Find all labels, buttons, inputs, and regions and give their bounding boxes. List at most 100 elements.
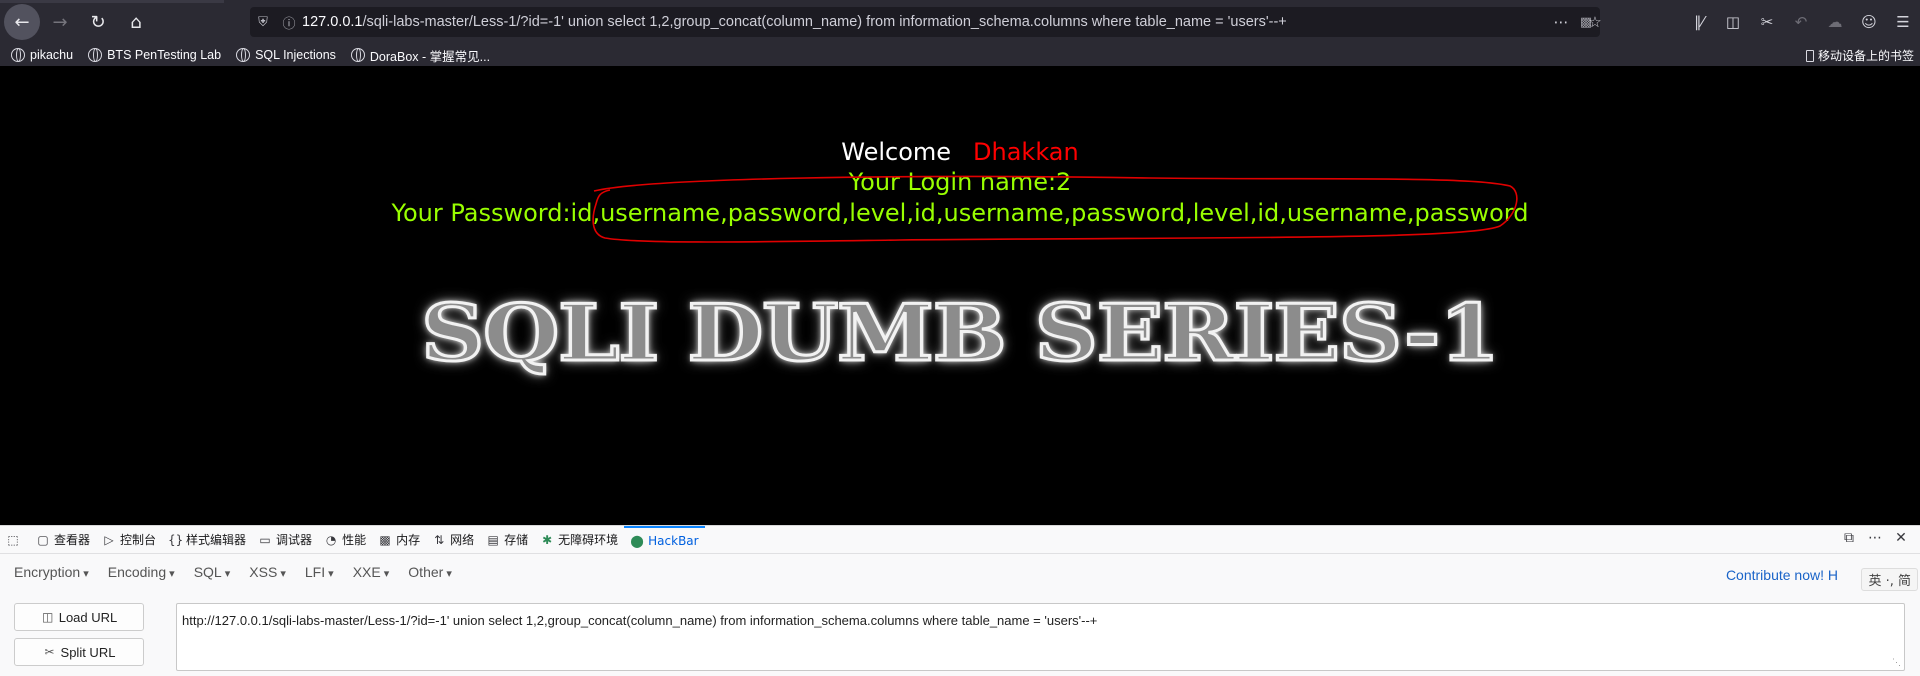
folder-icon xyxy=(1805,49,1814,62)
hackbar-url-textarea[interactable]: http://127.0.0.1/sqli-labs-master/Less-1… xyxy=(176,603,1905,671)
menu-encryption[interactable]: Encryption xyxy=(14,564,89,580)
pick-element-button[interactable]: ⬚ xyxy=(0,526,30,554)
menu-xss[interactable]: XSS xyxy=(249,564,286,580)
tab-label: 调试器 xyxy=(276,533,313,547)
bookmark-label: DoraBox - 掌握常见... xyxy=(369,49,491,64)
screenshot-icon[interactable]: ✂ xyxy=(1750,13,1784,31)
page-actions-icon[interactable]: ⋯ xyxy=(1544,13,1578,31)
load-url-label: Load URL xyxy=(58,609,118,625)
menu-sql[interactable]: SQL xyxy=(194,564,231,580)
bookmark-bts[interactable]: BTS PenTesting Lab xyxy=(88,48,221,62)
pick-element-icon: ⬚ xyxy=(7,532,19,547)
browser-toolbar: ← → ↻ ⌂ ⛨ ⓘ 127.0.0.1/sqli-labs-master/L… xyxy=(0,0,1920,44)
tab-label: 样式编辑器 xyxy=(186,533,247,547)
welcome-name: Dhakkan xyxy=(973,138,1079,166)
more-options-icon[interactable]: ⋯ xyxy=(1862,530,1888,546)
globe-icon xyxy=(350,48,365,62)
extension-icon[interactable]: ☁ xyxy=(1818,13,1852,31)
account-icon[interactable]: ☺ xyxy=(1852,13,1886,31)
load-icon: ◫ xyxy=(42,610,54,624)
tab-label: 存储 xyxy=(504,533,529,547)
menu-lfi[interactable]: LFI xyxy=(305,564,334,580)
split-url-button[interactable]: ✂ Split URL xyxy=(14,638,144,666)
undo-icon[interactable]: ↶ xyxy=(1784,13,1818,31)
password-result: Your Password:id,username,password,level… xyxy=(391,199,1529,227)
dock-icon[interactable]: ⧉ xyxy=(1836,530,1862,546)
memory-icon: ▩ xyxy=(379,532,391,547)
url-path: /sqli-labs-master/Less-1/?id=-1' union s… xyxy=(362,14,1287,30)
storage-icon: ▤ xyxy=(487,532,499,547)
tab-debugger[interactable]: ▭ 调试器 xyxy=(252,526,318,554)
contribute-link[interactable]: Contribute now! H xyxy=(1726,567,1838,583)
shield-icon[interactable]: ⛨ xyxy=(250,15,276,30)
menu-other[interactable]: Other xyxy=(408,564,452,580)
bookmark-star-icon[interactable]: ☆ xyxy=(1578,13,1612,31)
welcome-line: Welcome Dhakkan xyxy=(0,138,1920,166)
ime-indicator[interactable]: 英 ·, 简 xyxy=(1861,568,1918,591)
menu-xxe[interactable]: XXE xyxy=(353,564,390,580)
tab-memory[interactable]: ▩ 内存 xyxy=(372,526,426,554)
library-icon[interactable]: ∥⁄ xyxy=(1682,13,1716,31)
close-icon[interactable]: ✕ xyxy=(1888,530,1914,546)
url-host: 127.0.0.1 xyxy=(302,14,363,30)
hackbar-url-value: http://127.0.0.1/sqli-labs-master/Less-1… xyxy=(182,613,1098,628)
hackbar-icon: ⬤ xyxy=(630,533,644,548)
tab-storage[interactable]: ▤ 存储 xyxy=(480,526,534,554)
globe-icon xyxy=(11,48,25,62)
bookmark-label: pikachu xyxy=(30,48,74,62)
bookmark-dorabox[interactable]: DoraBox - 掌握常见... xyxy=(350,46,491,65)
hackbar-menu: Encryption Encoding SQL XSS LFI XXE Othe… xyxy=(14,564,471,580)
tab-console[interactable]: ▷ 控制台 xyxy=(96,526,162,554)
tab-label: 网络 xyxy=(450,533,475,547)
welcome-label: Welcome xyxy=(841,138,952,166)
bookmark-pikachu[interactable]: pikachu xyxy=(11,48,73,62)
sidebar-icon[interactable]: ◫ xyxy=(1716,13,1750,31)
tab-network[interactable]: ⇅ 网络 xyxy=(426,526,480,554)
scissors-icon: ✂ xyxy=(44,645,55,659)
globe-icon xyxy=(88,48,103,62)
devtools-panel: ⬚ ▢ 查看器 ▷ 控制台 {} 样式编辑器 ▭ 调试器 ◔ 性能 ▩ 内存 ⇅ 网络 ▤ 存储… xyxy=(0,525,1920,676)
menu-icon[interactable]: ☰ xyxy=(1886,13,1920,31)
tab-label: HackBar xyxy=(648,533,699,548)
split-url-label: Split URL xyxy=(60,644,116,660)
reload-icon: ↻ xyxy=(90,11,106,33)
braces-icon: {} xyxy=(168,532,184,547)
home-button[interactable]: ⌂ xyxy=(118,4,154,40)
console-icon: ▷ xyxy=(104,532,114,547)
devtools-tabs: ⬚ ▢ 查看器 ▷ 控制台 {} 样式编辑器 ▭ 调试器 ◔ 性能 ▩ 内存 ⇅ 网络 ▤ 存储… xyxy=(0,525,1920,554)
menu-encoding[interactable]: Encoding xyxy=(108,564,175,580)
mobile-bookmarks[interactable]: 移动设备上的书签 xyxy=(1805,47,1914,64)
home-icon: ⌂ xyxy=(130,11,142,33)
back-button[interactable]: ← xyxy=(4,4,40,40)
globe-icon xyxy=(236,48,251,62)
debugger-icon: ▭ xyxy=(259,532,271,547)
login-name: Your Login name:2 xyxy=(848,168,1072,196)
network-icon: ⇅ xyxy=(434,532,445,547)
toolbar-right: ⋯ ☆ ∥⁄ ◫ ✂ ↶ ☁ ☺ ☰ xyxy=(1544,0,1920,44)
mobile-bookmarks-label: 移动设备上的书签 xyxy=(1817,49,1914,63)
bookmark-label: SQL Injections xyxy=(255,48,336,62)
bookmark-sql-injections[interactable]: SQL Injections xyxy=(236,48,336,62)
tab-strip xyxy=(0,0,224,3)
inspector-icon: ▢ xyxy=(37,532,49,547)
page-content: Welcome Dhakkan Your Login name:2 Your Pa… xyxy=(0,66,1920,525)
tab-accessibility[interactable]: ✱ 无障碍环境 xyxy=(534,526,624,554)
performance-icon: ◔ xyxy=(325,532,337,547)
resize-grip-icon[interactable]: ⋱ xyxy=(1892,657,1901,668)
forward-arrow-icon: → xyxy=(52,11,68,33)
bookmarks-bar: pikachu BTS PenTesting Lab SQL Injection… xyxy=(0,44,1920,66)
tab-hackbar[interactable]: ⬤ HackBar xyxy=(624,525,705,554)
reload-button[interactable]: ↻ xyxy=(80,4,116,40)
accessibility-icon: ✱ xyxy=(542,532,553,547)
load-url-button[interactable]: ◫ Load URL xyxy=(14,603,144,631)
info-icon[interactable]: ⓘ xyxy=(276,13,302,32)
tab-performance[interactable]: ◔ 性能 xyxy=(318,526,372,554)
forward-button[interactable]: → xyxy=(42,4,78,40)
url-text[interactable]: 127.0.0.1/sqli-labs-master/Less-1/?id=-1… xyxy=(302,14,1572,30)
sqli-dumb-series-banner: SQLI DUMB SERIES-1 xyxy=(419,287,1501,381)
address-bar[interactable]: ⛨ ⓘ 127.0.0.1/sqli-labs-master/Less-1/?i… xyxy=(250,7,1600,37)
tab-label: 内存 xyxy=(396,533,421,547)
tab-style-editor[interactable]: {} 样式编辑器 xyxy=(162,526,252,554)
tab-inspector[interactable]: ▢ 查看器 xyxy=(30,526,96,554)
tab-label: 查看器 xyxy=(54,533,91,547)
